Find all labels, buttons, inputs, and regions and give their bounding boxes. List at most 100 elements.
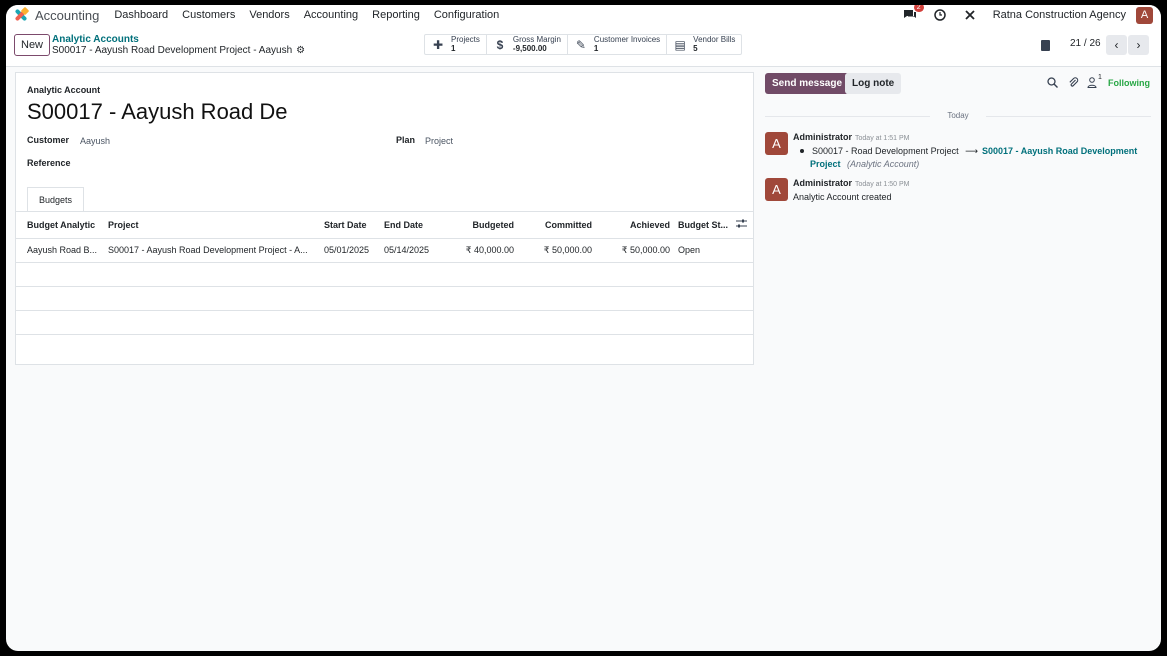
empty-row xyxy=(16,262,753,287)
smart-button-gross-margin[interactable]: $ Gross Margin -9,500.00 xyxy=(487,35,568,54)
smart-button-customer-invoices[interactable]: ✎ Customer Invoices 1 xyxy=(568,35,668,54)
pager-value[interactable]: 21 / 26 xyxy=(1070,38,1101,49)
log-note-button[interactable]: Log note xyxy=(845,73,902,94)
smart-button-value: 5 xyxy=(693,44,698,53)
column-start-date[interactable]: Start Date xyxy=(320,212,380,239)
file-icon: ▤ xyxy=(674,37,686,52)
column-end-date[interactable]: End Date xyxy=(380,212,446,239)
column-budgeted[interactable]: Budgeted xyxy=(446,212,518,239)
tracking-change: S00017 - Road Development Project ⟶ S0001… xyxy=(793,146,1137,157)
user-avatar[interactable]: A xyxy=(1136,6,1153,24)
pager-previous-button[interactable]: ‹ xyxy=(1106,35,1127,55)
cell-achieved: ₹ 50,000.00 xyxy=(596,238,674,263)
plan-field[interactable]: Project xyxy=(425,136,453,146)
screen: Accounting Dashboard Customers Vendors A… xyxy=(6,5,1161,651)
empty-row xyxy=(16,286,753,311)
smart-button-label: Gross Margin xyxy=(512,35,561,44)
follower-count: 1 xyxy=(1098,74,1102,81)
message-time: Today at 1:51 PM xyxy=(855,135,910,142)
message-author[interactable]: Administrator xyxy=(793,178,852,188)
pager-next-button[interactable]: › xyxy=(1128,35,1149,55)
cell-project: S00017 - Aayush Road Development Project… xyxy=(104,238,320,263)
clock-icon[interactable] xyxy=(933,8,947,22)
message-author[interactable]: Administrator xyxy=(793,132,852,142)
smart-button-value: 1 xyxy=(451,44,456,53)
smart-button-projects[interactable]: ✚ Projects 1 xyxy=(425,35,487,54)
cell-empty xyxy=(732,238,753,263)
optional-columns-toggle[interactable] xyxy=(732,212,753,239)
budgets-table: Budget Analytic Project Start Date End D… xyxy=(16,212,753,363)
breadcrumb-current-label: S00017 - Aayush Road Development Project… xyxy=(52,45,293,56)
tab-budgets[interactable]: Budgets xyxy=(27,187,85,212)
table-row[interactable]: Aayush Road B... S00017 - Aayush Road De… xyxy=(16,238,753,263)
cell-end-date: 05/14/2025 xyxy=(380,238,446,263)
new-value-1: S00017 - Aayush Road Development xyxy=(982,146,1138,156)
followers-icon[interactable] xyxy=(1087,77,1097,91)
chat-icon[interactable]: 2 xyxy=(903,5,924,22)
smart-button-label: Projects xyxy=(451,35,480,44)
reference-label: Reference xyxy=(27,158,71,168)
edit-icon: ✎ xyxy=(575,37,586,52)
menu-customers[interactable]: Customers xyxy=(182,9,235,21)
column-budget-status[interactable]: Budget St... xyxy=(674,212,732,239)
messages-badge: 2 xyxy=(913,5,924,12)
column-project[interactable]: Project xyxy=(104,212,320,239)
cell-budget-analytic: Aayush Road B... xyxy=(16,238,104,263)
new-button[interactable]: New xyxy=(14,34,51,56)
form-sheet: Analytic Account S00017 - Aayush Road De… xyxy=(15,72,754,365)
menu-dashboard[interactable]: Dashboard xyxy=(114,9,168,21)
tracked-field: (Analytic Account) xyxy=(847,159,920,169)
table-header-row: Budget Analytic Project Start Date End D… xyxy=(16,212,753,239)
breadcrumb-parent[interactable]: Analytic Accounts xyxy=(52,34,139,45)
tools-icon[interactable] xyxy=(963,8,977,22)
empty-row xyxy=(16,334,753,363)
app-name[interactable]: Accounting xyxy=(35,8,99,23)
send-message-button[interactable]: Send message xyxy=(765,73,850,94)
new-value-2: Project xyxy=(810,159,841,169)
column-committed[interactable]: Committed xyxy=(518,212,596,239)
breadcrumb-current: S00017 - Aayush Road Development Project… xyxy=(52,45,305,56)
message-body: Analytic Account created xyxy=(793,192,892,202)
paperclip-icon[interactable] xyxy=(1068,77,1079,91)
accounting-logo-icon[interactable] xyxy=(14,6,30,22)
message-header: Administrator Today at 1:51 PM xyxy=(793,132,910,142)
smart-button-label: Customer Invoices xyxy=(593,35,661,44)
puzzle-icon: ✚ xyxy=(432,37,444,52)
form-header-label: Analytic Account xyxy=(27,85,101,95)
message-time: Today at 1:50 PM xyxy=(855,181,910,188)
menu-accounting[interactable]: Accounting xyxy=(304,9,358,21)
top-navbar: Accounting Dashboard Customers Vendors A… xyxy=(6,5,1161,25)
smart-button-vendor-bills[interactable]: ▤ Vendor Bills 5 xyxy=(667,35,741,54)
gear-icon[interactable]: ⚙ xyxy=(296,45,305,56)
smart-button-value: 1 xyxy=(593,44,599,53)
navbar-systray: 2 Ratna Construction Agency A xyxy=(903,5,1161,25)
menu-configuration[interactable]: Configuration xyxy=(434,9,499,21)
old-value: S00017 - Road Development Project xyxy=(812,146,959,156)
smart-buttons: ✚ Projects 1 $ Gross Margin -9,500.00 ✎ Cu… xyxy=(424,34,743,55)
column-achieved[interactable]: Achieved xyxy=(596,212,674,239)
arrow-right-icon: ⟶ xyxy=(965,146,979,156)
cell-start-date: 05/01/2025 xyxy=(320,238,380,263)
customer-field[interactable]: Aayush xyxy=(80,136,110,146)
smart-button-label: Vendor Bills xyxy=(693,35,736,44)
message-header: Administrator Today at 1:50 PM xyxy=(793,178,910,188)
menu-reporting[interactable]: Reporting xyxy=(372,9,420,21)
company-switcher[interactable]: Ratna Construction Agency xyxy=(993,9,1126,21)
cell-budgeted: ₹ 40,000.00 xyxy=(446,238,518,263)
customer-label: Customer xyxy=(27,135,70,145)
message-avatar: A xyxy=(765,178,788,201)
menu-vendors[interactable]: Vendors xyxy=(249,9,289,21)
search-icon[interactable] xyxy=(1047,77,1058,91)
empty-row xyxy=(16,310,753,335)
sliders-icon xyxy=(736,219,747,228)
record-title[interactable]: S00017 - Aayush Road De xyxy=(27,99,288,125)
message-avatar: A xyxy=(765,132,788,155)
dollar-icon: $ xyxy=(496,37,504,52)
day-separator: Today xyxy=(765,111,1151,120)
following-button[interactable]: Following xyxy=(1108,78,1150,88)
bookmark-icon[interactable] xyxy=(1041,40,1050,51)
smart-button-value: -9,500.00 xyxy=(512,44,547,53)
cell-committed: ₹ 50,000.00 xyxy=(518,238,596,263)
column-budget-analytic[interactable]: Budget Analytic xyxy=(16,212,104,239)
cell-budget-status: Open xyxy=(674,238,732,263)
